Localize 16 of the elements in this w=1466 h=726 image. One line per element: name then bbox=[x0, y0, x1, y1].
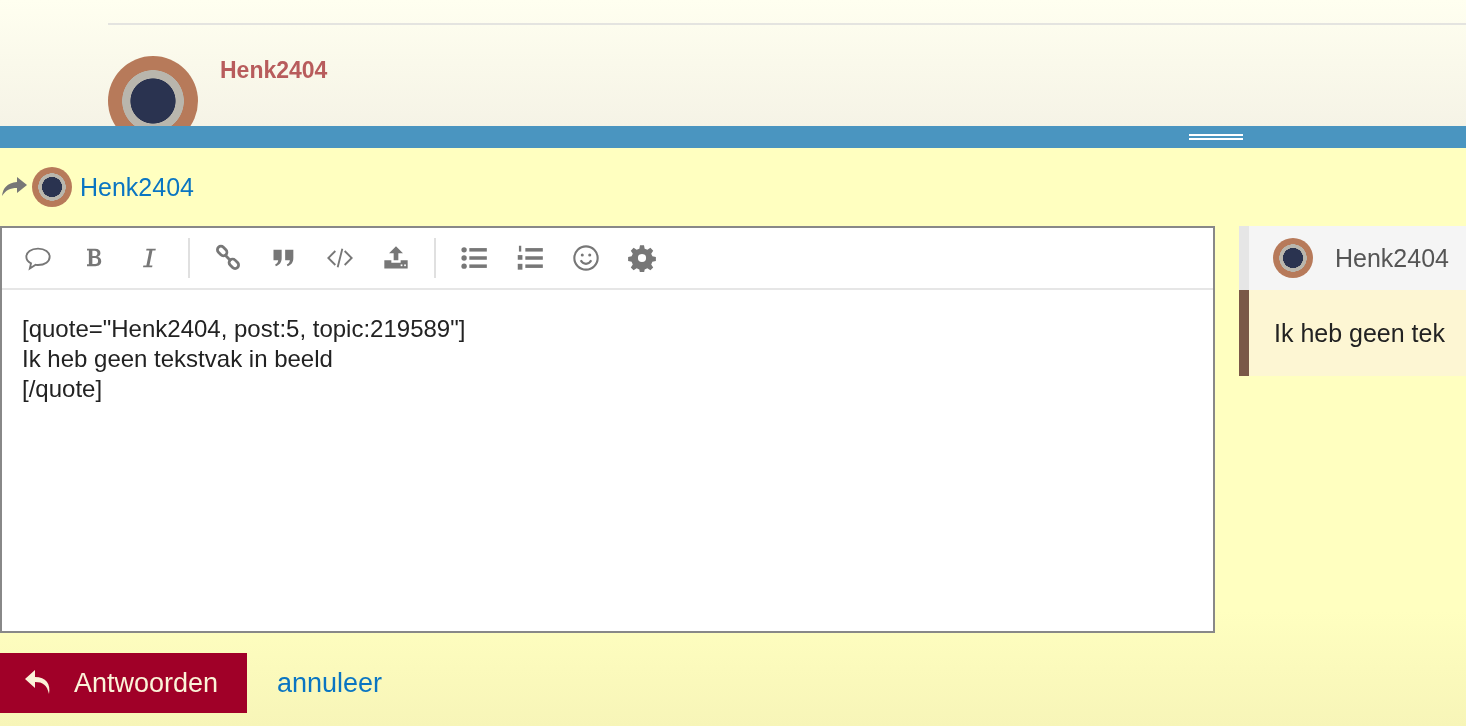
settings-icon[interactable] bbox=[628, 244, 656, 272]
quote-text: Ik heb geen tek bbox=[1239, 290, 1466, 376]
avatar-photo-placeholder bbox=[1273, 238, 1313, 278]
post-author-name[interactable]: Henk2404 bbox=[220, 57, 328, 126]
avatar-photo-placeholder[interactable] bbox=[108, 56, 198, 126]
smiley-icon[interactable] bbox=[572, 244, 600, 272]
avatar-photo-placeholder[interactable] bbox=[32, 167, 72, 207]
bullet-list-icon[interactable] bbox=[460, 244, 488, 272]
reply-button[interactable]: Antwoorden bbox=[0, 653, 247, 713]
numbered-list-icon[interactable] bbox=[516, 244, 544, 272]
link-icon[interactable] bbox=[214, 244, 242, 272]
grip-handle-icon[interactable] bbox=[1189, 134, 1243, 140]
upload-icon[interactable] bbox=[382, 244, 410, 272]
quote-author-name: Henk2404 bbox=[1335, 243, 1449, 273]
cancel-link[interactable]: annuleer bbox=[277, 667, 383, 699]
reply-to-user-link[interactable]: Henk2404 bbox=[80, 172, 194, 202]
